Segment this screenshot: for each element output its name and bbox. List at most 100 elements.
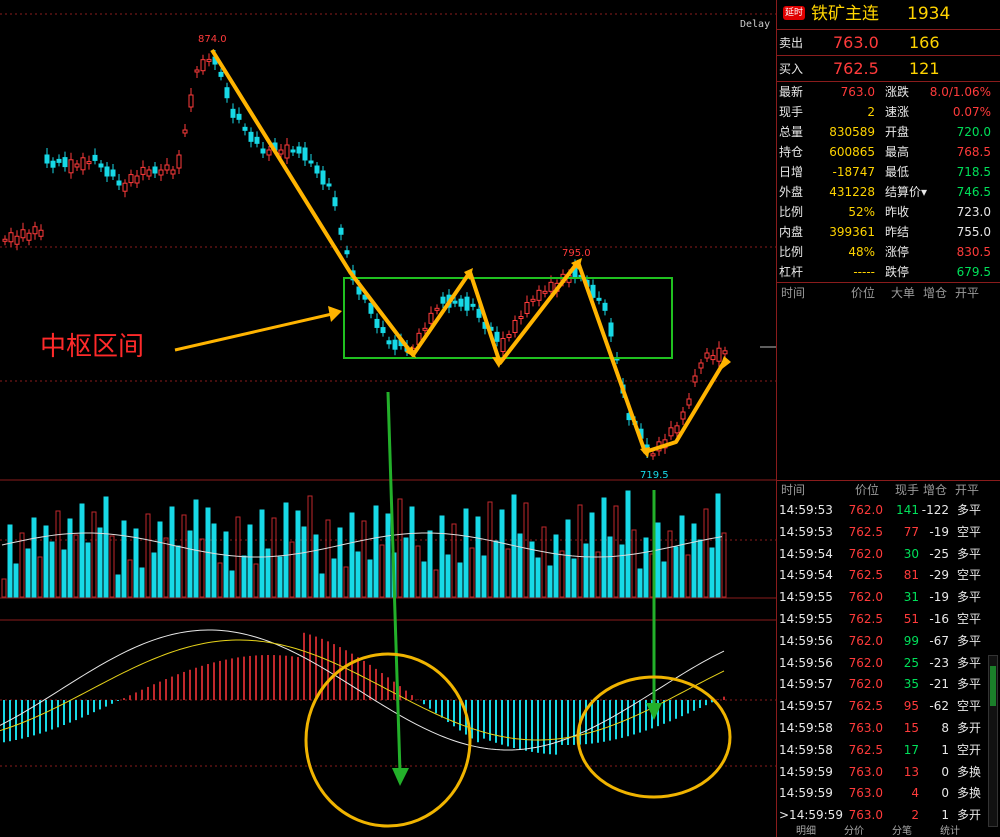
- volume-bar: [463, 508, 469, 598]
- candle-body: [158, 169, 164, 176]
- zone-pointer-arrow: [174, 312, 333, 352]
- stat-value: 8.0/1.06%: [929, 85, 991, 99]
- volume-bar: [181, 514, 187, 598]
- volume-bar: [211, 523, 217, 598]
- tick-row[interactable]: 14:59:55 762.0 31 -19 多平: [777, 587, 1000, 607]
- candle-body: [314, 165, 320, 174]
- candle-body: [704, 352, 710, 359]
- tick-oi-change: 0: [941, 764, 949, 779]
- tick-time: 14:59:53: [779, 524, 833, 539]
- tick-row[interactable]: 14:59:59 763.0 13 0 多换: [777, 762, 1000, 782]
- tick-time: 14:59:58: [779, 721, 833, 735]
- tab-0[interactable]: 明细: [796, 826, 816, 837]
- candle-body: [536, 289, 542, 301]
- tick-row[interactable]: 14:59:59 763.0 4 0 多换: [777, 783, 1000, 803]
- tick-row[interactable]: 14:59:54 762.5 81 -29 空平: [777, 565, 1000, 585]
- tick-time: >14:59:59: [779, 808, 843, 823]
- tick-oi-change: -19: [929, 524, 949, 539]
- volume-bar: [49, 541, 55, 598]
- volume-bar: [499, 509, 505, 598]
- tick-row[interactable]: 14:59:56 762.0 99 -67 多平: [777, 631, 1000, 651]
- volume-bar: [595, 551, 601, 598]
- candle-body: [68, 159, 74, 174]
- stat-row: 现手 2 速涨 0.07%: [777, 102, 1000, 122]
- volume-bar: [637, 568, 643, 598]
- tick-time: 14:59:55: [779, 590, 833, 605]
- tab-1[interactable]: 分价: [844, 826, 864, 837]
- candle-body: [386, 340, 392, 345]
- tick-row[interactable]: >14:59:59 763.0 2 1 多开: [777, 805, 1000, 825]
- volume-bar: [661, 561, 667, 598]
- volume-bar: [679, 515, 685, 598]
- volume-bar: [127, 559, 133, 598]
- tick-scrollbar[interactable]: [988, 655, 998, 827]
- kline-chart-area[interactable]: Delay 874.0 795.0 719.5 中枢区间: [0, 0, 776, 837]
- volume-bar: [589, 512, 595, 598]
- stat-value: 720.0: [956, 125, 991, 139]
- candle-body: [428, 312, 434, 324]
- candle-body: [548, 281, 554, 292]
- volume-bar: [229, 570, 235, 598]
- scroll-thumb[interactable]: [990, 666, 996, 706]
- quote-panel: 延时 铁矿主连 1934 卖出 763.0 166 买入 762.5 121 最…: [776, 0, 1000, 837]
- high-price-label: 874.0: [198, 34, 227, 45]
- tick-oi-change: -62: [929, 699, 949, 714]
- candle-body: [650, 453, 656, 457]
- tick-volume: 35: [903, 677, 919, 692]
- tick-price: 763.0: [848, 721, 883, 735]
- stat-value: 746.5: [956, 185, 991, 199]
- volume-bar: [313, 534, 319, 598]
- volume-bar: [421, 561, 427, 598]
- tick-row[interactable]: 14:59:57 762.5 95 -62 空平: [777, 696, 1000, 716]
- tick-volume: 99: [903, 633, 919, 648]
- tab-3[interactable]: 统计: [940, 826, 960, 837]
- volume-bar: [97, 527, 103, 598]
- volume-bar: [553, 534, 559, 598]
- volume-bar: [115, 574, 121, 598]
- column-header: 价位: [851, 286, 876, 300]
- volume-bar: [355, 551, 361, 598]
- volume-bar: [619, 544, 625, 598]
- volume-bar: [73, 534, 79, 598]
- column-header: 增仓: [923, 483, 948, 497]
- candle-body: [92, 154, 98, 161]
- candle-body: [44, 154, 50, 164]
- candle-body: [230, 108, 236, 118]
- tick-type: 空平: [957, 612, 982, 626]
- tick-row[interactable]: 14:59:53 762.5 77 -19 空平: [777, 522, 1000, 542]
- volume-bar: [547, 565, 553, 598]
- tick-price: 762.5: [848, 742, 883, 757]
- tab-2[interactable]: 分笔: [892, 826, 912, 837]
- candle-body: [512, 320, 518, 333]
- tick-volume: 2: [911, 808, 919, 823]
- volume-bar: [223, 531, 229, 598]
- tick-row[interactable]: 14:59:57 762.0 35 -21 多平: [777, 674, 1000, 694]
- tick-row[interactable]: 14:59:58 762.5 17 1 空开: [777, 740, 1000, 760]
- tick-volume: 31: [903, 590, 919, 605]
- tick-row[interactable]: 14:59:54 762.0 30 -25 多平: [777, 544, 1000, 564]
- tick-row[interactable]: 14:59:58 763.0 15 8 多开: [777, 718, 1000, 738]
- tick-price: 762.0: [848, 503, 883, 517]
- volume-bar: [19, 532, 25, 598]
- volume-bar: [523, 502, 529, 598]
- candlestick-series: [2, 50, 728, 460]
- tick-row[interactable]: 14:59:55 762.5 51 -16 空平: [777, 609, 1000, 629]
- candle-body: [200, 59, 206, 72]
- volume-bar: [673, 546, 679, 598]
- volume-bar: [85, 542, 91, 598]
- stat-value: 48%: [848, 245, 875, 259]
- stat-label: 外盘: [779, 185, 804, 199]
- tick-row[interactable]: 14:59:53 762.0 141 -122 多平: [777, 500, 1000, 520]
- tick-volume: 13: [903, 764, 919, 779]
- candle-body: [26, 232, 32, 241]
- delay-badge: 延时: [783, 6, 806, 20]
- stat-value: 830.5: [956, 245, 991, 259]
- tick-oi-change: -19: [929, 590, 949, 605]
- arrow-head: [392, 768, 409, 786]
- volume-bar: [535, 557, 541, 598]
- candle-body: [308, 160, 314, 164]
- tick-row[interactable]: 14:59:56 762.0 25 -23 多平: [777, 653, 1000, 673]
- tick-volume: 30: [903, 546, 919, 561]
- arrow-head: [328, 306, 342, 322]
- candle-body: [152, 166, 158, 174]
